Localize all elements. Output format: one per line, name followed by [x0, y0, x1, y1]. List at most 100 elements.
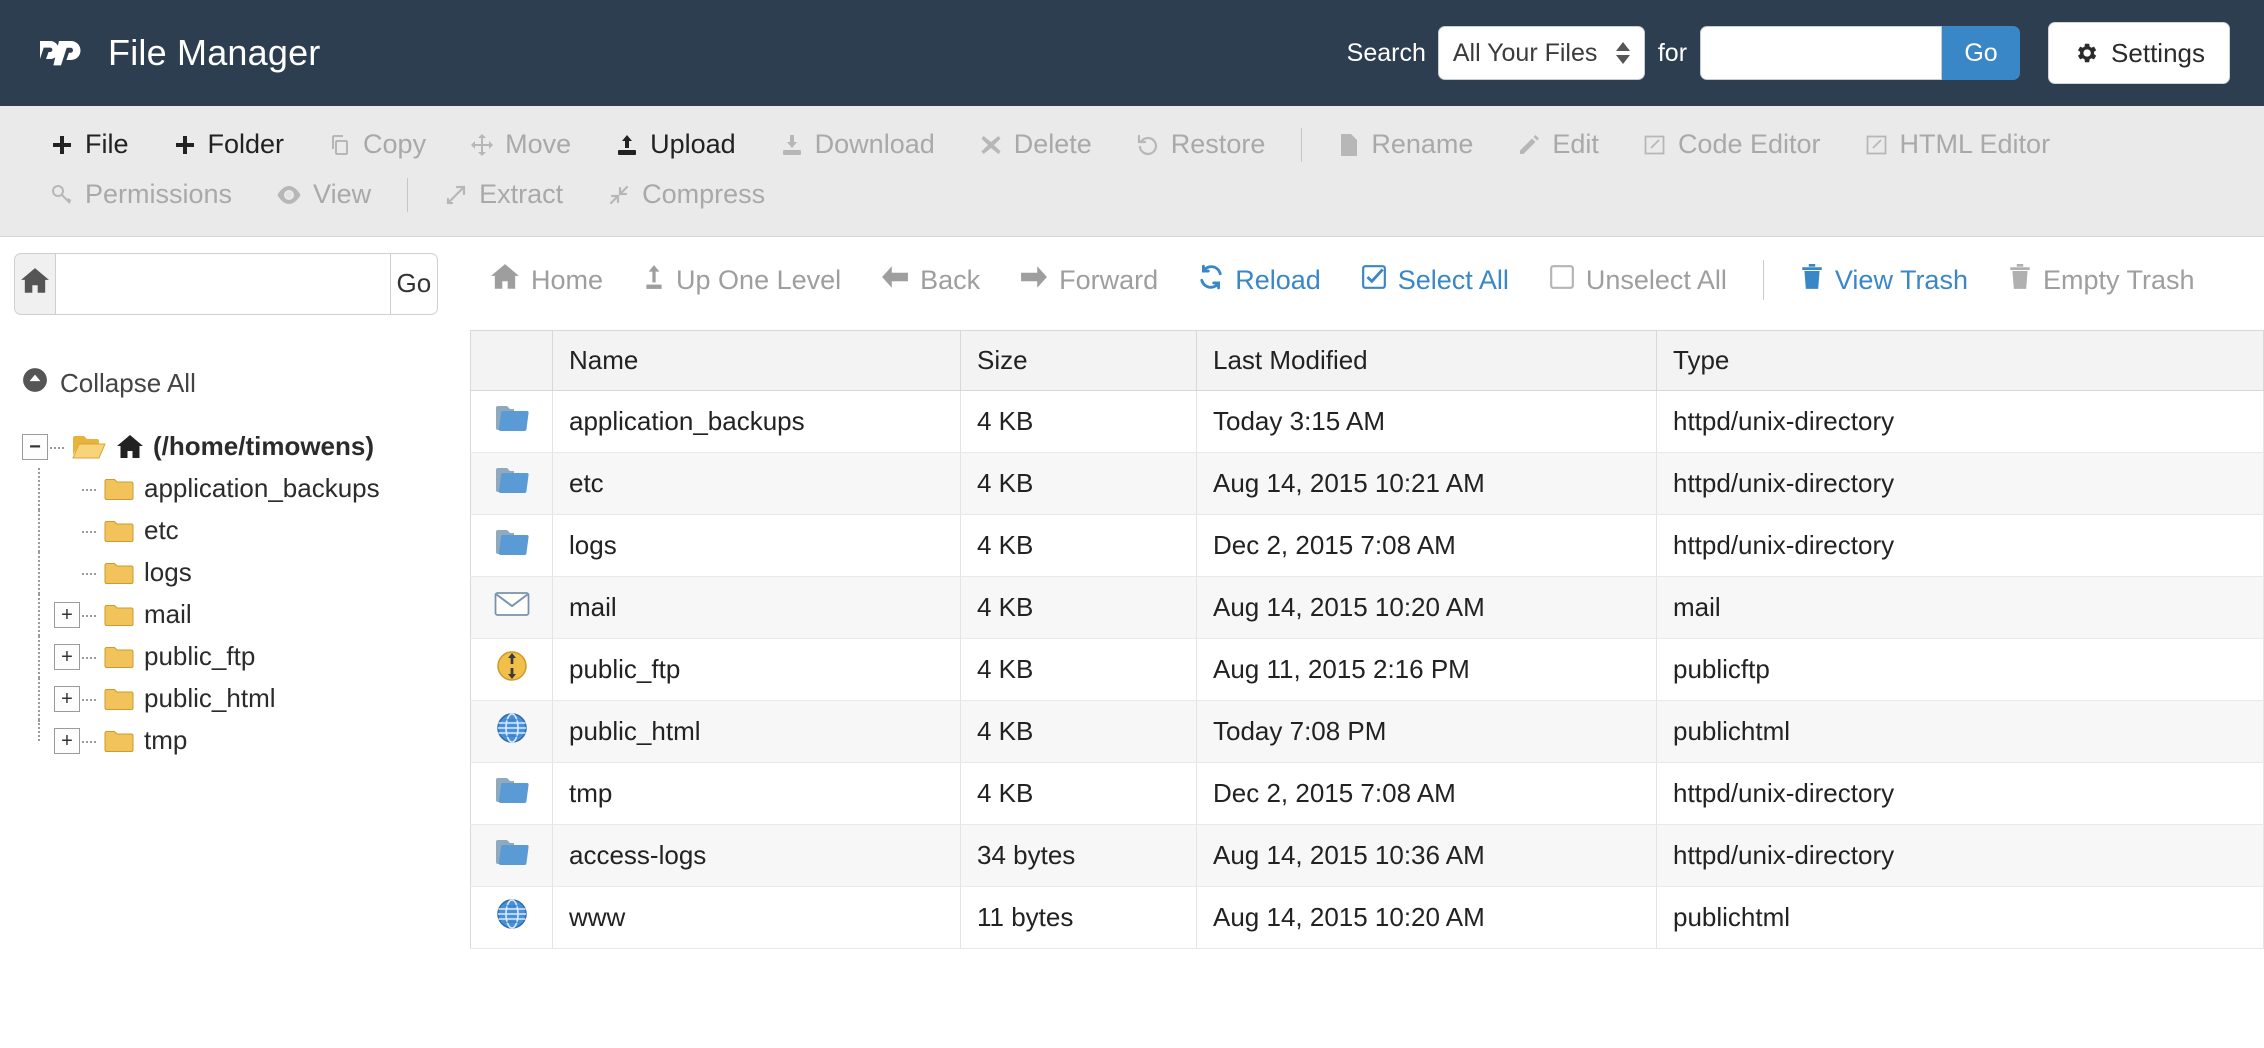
- nav-select-all-button[interactable]: Select All: [1341, 254, 1529, 307]
- nav-back-button[interactable]: Back: [861, 255, 1000, 306]
- tree-item-label: etc: [144, 515, 179, 546]
- new-folder-button[interactable]: Folder: [151, 120, 307, 170]
- path-home-button[interactable]: [14, 253, 56, 315]
- nav-home-button[interactable]: Home: [470, 253, 623, 308]
- path-input[interactable]: [56, 253, 391, 315]
- folder-blue-icon: [471, 390, 553, 452]
- tree-indent: [22, 594, 54, 636]
- folder-blue-icon: [471, 452, 553, 514]
- tree-item-label: mail: [144, 599, 192, 630]
- cell-last-modified: Aug 14, 2015 10:20 AM: [1197, 886, 1657, 948]
- html-editor-button: HTML Editor: [1843, 120, 2073, 170]
- tree-node-tmp[interactable]: + tmp: [22, 720, 452, 762]
- download-button: Download: [758, 120, 957, 170]
- nav-reload-button[interactable]: Reload: [1178, 254, 1341, 307]
- file-nav-bar: Home Up One Level Back: [452, 253, 2264, 308]
- folder-icon: [104, 645, 134, 669]
- upload-button[interactable]: Upload: [593, 120, 758, 170]
- key-icon: [50, 183, 74, 207]
- folder-blue-icon: [471, 824, 553, 886]
- table-row[interactable]: access-logs34 bytesAug 14, 2015 10:36 AM…: [471, 824, 2264, 886]
- cell-type: publichtml: [1657, 886, 2264, 948]
- table-row[interactable]: logs4 KBDec 2, 2015 7:08 AMhttpd/unix-di…: [471, 514, 2264, 576]
- tree-expander-expand[interactable]: +: [54, 728, 80, 754]
- tree-expander-expand[interactable]: +: [54, 602, 80, 628]
- tree-expander-collapse[interactable]: −: [22, 434, 48, 460]
- nav-empty-trash-button[interactable]: Empty Trash: [1988, 254, 2215, 307]
- settings-button[interactable]: Settings: [2048, 22, 2230, 84]
- permissions-button: Permissions: [28, 170, 254, 220]
- extract-button: Extract: [422, 170, 585, 220]
- arrow-right-icon: [1020, 265, 1048, 296]
- toolbar-label: Code Editor: [1678, 128, 1821, 162]
- table-row[interactable]: etc4 KBAug 14, 2015 10:21 AMhttpd/unix-d…: [471, 452, 2264, 514]
- nav-unselect-all-button[interactable]: Unselect All: [1529, 254, 1747, 307]
- column-header-icon[interactable]: [471, 330, 553, 390]
- path-bar: Go: [14, 253, 438, 315]
- tree-item-label: tmp: [144, 725, 187, 756]
- file-table-body: application_backups4 KBToday 3:15 AMhttp…: [471, 390, 2264, 948]
- tree-node-public_ftp[interactable]: + public_ftp: [22, 636, 452, 678]
- tree-connector: [82, 552, 104, 594]
- tree-expander-expand[interactable]: +: [54, 644, 80, 670]
- tree-indent: [22, 678, 54, 720]
- tree-node-logs[interactable]: logs: [22, 552, 452, 594]
- tree-expander-expand[interactable]: +: [54, 686, 80, 712]
- tree-node-application_backups[interactable]: application_backups: [22, 468, 452, 510]
- tree-expander-none: [54, 476, 80, 502]
- path-go-button[interactable]: Go: [391, 253, 438, 315]
- table-row[interactable]: application_backups4 KBToday 3:15 AMhttp…: [471, 390, 2264, 452]
- tree-node-root[interactable]: − (/home/timowens): [22, 426, 452, 468]
- cell-last-modified: Dec 2, 2015 7:08 AM: [1197, 514, 1657, 576]
- toolbar-label: Download: [815, 128, 935, 162]
- cell-type: httpd/unix-directory: [1657, 762, 2264, 824]
- cell-name: etc: [553, 452, 961, 514]
- nav-forward-button[interactable]: Forward: [1000, 255, 1178, 306]
- search-scope-select[interactable]: All Your Files: [1438, 26, 1645, 80]
- mail-envelope-icon: [471, 576, 553, 638]
- header-search-area: Search All Your Files for Go Settings: [1347, 22, 2230, 84]
- nav-label: Empty Trash: [2043, 265, 2195, 296]
- for-label: for: [1658, 39, 1687, 68]
- view-button: View: [254, 170, 393, 220]
- cell-size: 4 KB: [961, 700, 1197, 762]
- nav-label: Select All: [1398, 265, 1509, 296]
- toolbar-label: Delete: [1014, 128, 1092, 162]
- collapse-all-label: Collapse All: [60, 368, 196, 399]
- search-input[interactable]: [1700, 26, 1942, 80]
- tree-node-etc[interactable]: etc: [22, 510, 452, 552]
- column-header-type[interactable]: Type: [1657, 330, 2264, 390]
- column-header-name[interactable]: Name: [553, 330, 961, 390]
- nav-up-one-level-button[interactable]: Up One Level: [623, 254, 861, 307]
- nav-view-trash-button[interactable]: View Trash: [1780, 254, 1988, 307]
- tree-connector: [82, 510, 104, 552]
- table-row[interactable]: tmp4 KBDec 2, 2015 7:08 AMhttpd/unix-dir…: [471, 762, 2264, 824]
- tree-connector: [82, 468, 104, 510]
- tree-indent: [22, 636, 54, 678]
- compress-button: Compress: [585, 170, 787, 220]
- toolbar-label: HTML Editor: [1900, 128, 2051, 162]
- table-row[interactable]: mail4 KBAug 14, 2015 10:20 AMmail: [471, 576, 2264, 638]
- new-file-button[interactable]: File: [28, 120, 151, 170]
- table-row[interactable]: www11 bytesAug 14, 2015 10:20 AMpublicht…: [471, 886, 2264, 948]
- search-go-button[interactable]: Go: [1942, 26, 2020, 80]
- folder-icon: [104, 687, 134, 711]
- sidebar: Go Collapse All −: [0, 237, 452, 1047]
- collapse-all-button[interactable]: Collapse All: [22, 367, 452, 400]
- tree-node-mail[interactable]: + mail: [22, 594, 452, 636]
- delete-x-icon: [979, 133, 1003, 157]
- globe-icon: [471, 886, 553, 948]
- table-row[interactable]: public_ftp4 KBAug 11, 2015 2:16 PMpublic…: [471, 638, 2264, 700]
- app-header: File Manager Search All Your Files for G…: [0, 0, 2264, 106]
- tree-node-public_html[interactable]: + public_html: [22, 678, 452, 720]
- toolbar-label: Permissions: [85, 178, 232, 212]
- plus-icon: [50, 133, 74, 157]
- file-pane: Home Up One Level Back: [452, 237, 2264, 1047]
- cell-size: 4 KB: [961, 514, 1197, 576]
- column-header-last-modified[interactable]: Last Modified: [1197, 330, 1657, 390]
- column-header-size[interactable]: Size: [961, 330, 1197, 390]
- table-row[interactable]: public_html4 KBToday 7:08 PMpublichtml: [471, 700, 2264, 762]
- checkbox-empty-icon: [1549, 264, 1575, 297]
- home-icon: [116, 434, 144, 460]
- cell-last-modified: Today 7:08 PM: [1197, 700, 1657, 762]
